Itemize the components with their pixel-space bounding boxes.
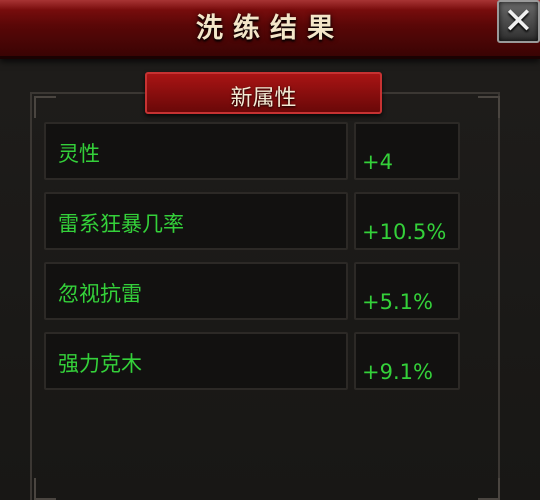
attribute-row: 忽视抗雷 +5.1% [44, 262, 460, 320]
frame-corner-ornament [478, 478, 500, 500]
attribute-name: 雷系狂暴几率 [58, 212, 184, 236]
section-header-new-attributes: 新属性 [145, 72, 382, 114]
close-icon: ✕ [503, 1, 534, 42]
attribute-value: +9.1% [362, 360, 433, 384]
attribute-row: 灵性 +4 [44, 122, 460, 180]
attribute-value-cell: +5.1% [354, 262, 460, 320]
attribute-name-cell: 忽视抗雷 [44, 262, 348, 320]
attribute-value-cell: +4 [354, 122, 460, 180]
frame-corner-ornament [34, 478, 56, 500]
attribute-name-cell: 雷系狂暴几率 [44, 192, 348, 250]
attribute-name-cell: 灵性 [44, 122, 348, 180]
refine-result-dialog: 洗练结果 ✕ 新属性 灵性 +4 雷系狂暴几率 +10.5% 忽视抗雷 +5.1… [0, 0, 540, 500]
attribute-name: 灵性 [58, 142, 100, 166]
attribute-row: 雷系狂暴几率 +10.5% [44, 192, 460, 250]
attribute-value: +10.5% [362, 220, 447, 244]
attribute-name: 忽视抗雷 [58, 282, 142, 306]
close-button[interactable]: ✕ [497, 0, 540, 43]
attribute-value-cell: +9.1% [354, 332, 460, 390]
attribute-value: +4 [362, 150, 393, 174]
attribute-row: 强力克木 +9.1% [44, 332, 460, 390]
attribute-name-cell: 强力克木 [44, 332, 348, 390]
attribute-value: +5.1% [362, 290, 433, 314]
attribute-name: 强力克木 [58, 352, 142, 376]
frame-corner-ornament [34, 96, 56, 118]
attribute-value-cell: +10.5% [354, 192, 460, 250]
title-bar: 洗练结果 [0, 0, 540, 59]
dialog-title: 洗练结果 [196, 13, 344, 44]
section-header-label: 新属性 [230, 86, 297, 111]
frame-corner-ornament [478, 96, 500, 118]
